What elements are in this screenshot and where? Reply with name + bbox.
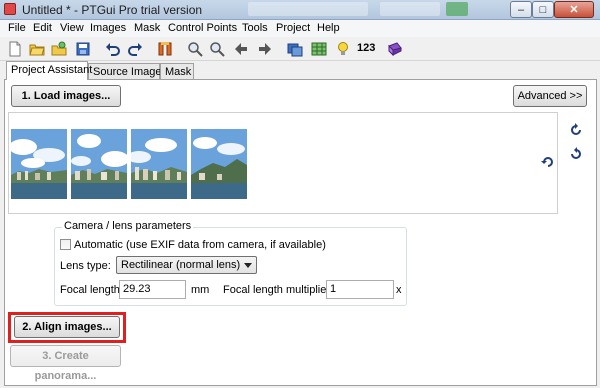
background-taskbar-tab xyxy=(248,2,368,16)
menu-edit[interactable]: Edit xyxy=(33,22,52,34)
focal-length-multiplier-unit: x xyxy=(396,284,402,296)
table-icon[interactable] xyxy=(310,40,328,58)
focal-length-label: Focal length: xyxy=(60,284,123,296)
open-folder-icon[interactable] xyxy=(28,40,46,58)
menu-mask[interactable]: Mask xyxy=(134,22,160,34)
control-points-icon[interactable] xyxy=(156,40,174,58)
focal-length-multiplier-label: Focal length multiplier: xyxy=(223,284,334,296)
tab-project-assistant[interactable]: Project Assistant xyxy=(6,61,92,80)
panorama-editor-icon[interactable] xyxy=(286,40,304,58)
redo-icon[interactable] xyxy=(126,40,144,58)
align-images-button[interactable]: 2. Align images... xyxy=(14,316,120,338)
close-button[interactable]: ✕ xyxy=(554,1,594,18)
previous-icon[interactable] xyxy=(232,40,250,58)
automatic-exif-label[interactable]: Automatic (use EXIF data from camera, if… xyxy=(74,239,326,251)
rotate-clockwise-icon[interactable] xyxy=(569,123,583,137)
rotate-counterclockwise-icon[interactable] xyxy=(569,147,583,161)
title-bar: Untitled * - PTGui Pro trial version ‒ □… xyxy=(0,0,600,20)
image-thumbnail[interactable] xyxy=(191,129,247,199)
focal-length-multiplier-input[interactable]: 1 xyxy=(326,280,394,299)
image-thumbnail-strip xyxy=(8,112,558,214)
image-thumbnail[interactable] xyxy=(11,129,67,199)
minimize-icon: ‒ xyxy=(517,4,525,16)
menu-tools[interactable]: Tools xyxy=(242,22,268,34)
focal-length-input[interactable]: 29.23 xyxy=(119,280,186,299)
tab-source-images[interactable]: Source Images xyxy=(88,63,167,80)
window-title: Untitled * - PTGui Pro trial version xyxy=(22,3,203,17)
background-taskbar-badge xyxy=(446,2,468,16)
image-thumbnail[interactable] xyxy=(131,129,187,199)
camera-lens-group-title: Camera / lens parameters xyxy=(62,220,194,232)
rotate-icon[interactable] xyxy=(541,155,555,169)
image-thumbnail[interactable] xyxy=(71,129,127,199)
lens-type-select[interactable]: Rectilinear (normal lens) xyxy=(116,256,257,274)
minimize-button[interactable]: ‒ xyxy=(510,1,532,18)
menu-images[interactable]: Images xyxy=(90,22,126,34)
undo-icon[interactable] xyxy=(104,40,122,58)
tab-mask[interactable]: Mask xyxy=(160,63,194,80)
create-panorama-button: 3. Create panorama... xyxy=(10,345,121,382)
load-images-button[interactable]: 1. Load images... xyxy=(11,85,121,107)
new-file-icon[interactable] xyxy=(6,40,24,58)
ptgui-app-icon xyxy=(4,3,16,15)
maximize-icon: □ xyxy=(539,4,547,16)
advanced-button[interactable]: Advanced >> xyxy=(513,85,587,107)
automatic-exif-checkbox[interactable] xyxy=(60,239,71,250)
menu-bar: File Edit View Images Mask Control Point… xyxy=(0,20,600,37)
toolbar: 123 xyxy=(0,37,600,61)
chevron-down-icon xyxy=(244,263,252,268)
focal-length-unit: mm xyxy=(191,284,210,296)
zoom-out-icon[interactable] xyxy=(208,40,226,58)
menu-control-points[interactable]: Control Points xyxy=(168,22,237,34)
maximize-button[interactable]: □ xyxy=(532,1,554,18)
menu-view[interactable]: View xyxy=(60,22,84,34)
menu-help[interactable]: Help xyxy=(317,22,340,34)
close-icon: ✕ xyxy=(569,4,579,16)
open-recent-icon[interactable] xyxy=(50,40,68,58)
menu-project[interactable]: Project xyxy=(276,22,310,34)
lens-type-label: Lens type: xyxy=(60,260,111,272)
save-icon[interactable] xyxy=(74,40,92,58)
batch-icon[interactable] xyxy=(386,40,404,58)
lens-type-value: Rectilinear (normal lens) xyxy=(121,259,241,271)
zoom-in-icon[interactable] xyxy=(186,40,204,58)
numbering-label[interactable]: 123 xyxy=(357,42,375,54)
menu-file[interactable]: File xyxy=(8,22,26,34)
background-taskbar-tab xyxy=(380,2,440,16)
tips-bulb-icon[interactable] xyxy=(334,40,352,58)
next-icon[interactable] xyxy=(256,40,274,58)
